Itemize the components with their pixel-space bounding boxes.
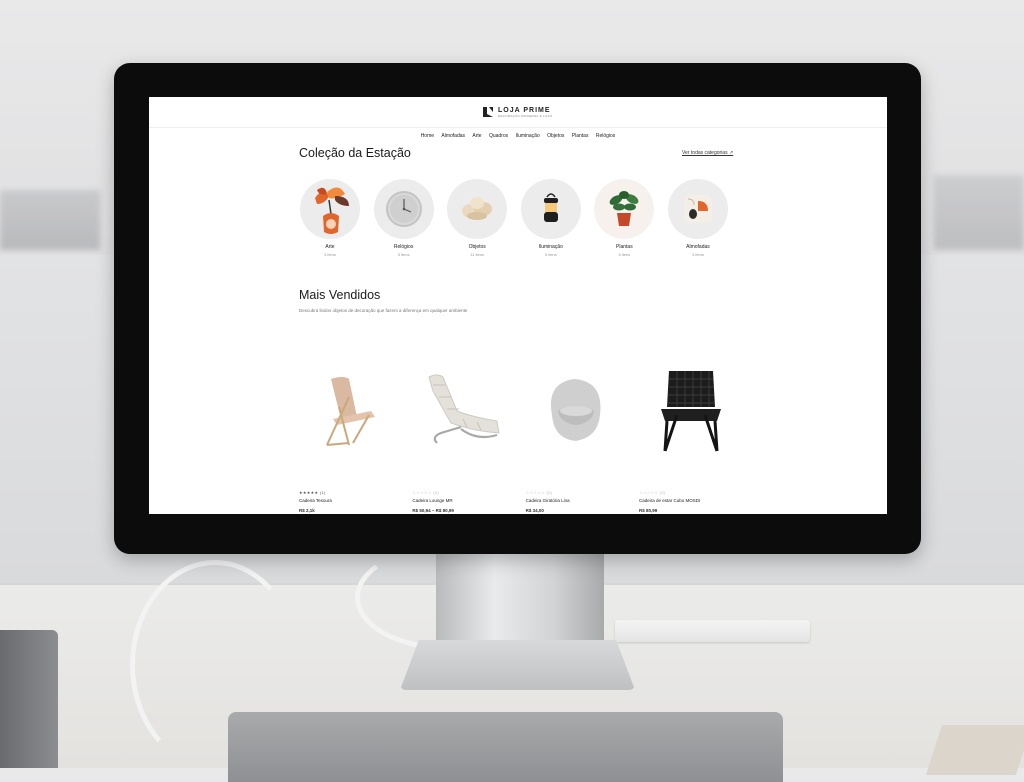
folding-chair-icon [299,362,399,457]
category-name: Objetos [468,244,486,250]
nav-item-plantas[interactable]: Plantas [572,133,589,139]
product-price: R$ 2,1k [299,508,315,513]
background-shelf [0,190,100,250]
category-count: 5 itens [397,252,410,257]
nav-item-objetos[interactable]: Objetos [547,133,564,139]
category-count: 3 itens [692,252,704,257]
potted-plant-icon [594,179,655,239]
category-card-plantas[interactable]: Plantas 6 itens [593,179,655,257]
monitor-stand-base [400,640,635,690]
product-grid: ★★★★★ (1) Cadeira Tesoura R$ 2,1k ☆☆☆☆☆ … [299,362,739,513]
swivel-armchair-icon [526,362,626,457]
product-card[interactable]: ★★★★★ (1) Cadeira Tesoura R$ 2,1k [299,362,399,513]
category-name: Arte [325,244,335,250]
category-count: 3 itens [324,252,336,257]
lounge-chair-icon [412,362,512,457]
product-name: Cadeira Giratória Lina [525,498,570,503]
lantern-lamp-icon [520,179,581,239]
website-screen: LOJA PRIME DECORAÇÃO MODERNA E LUXO Home… [149,97,887,514]
product-rating: ☆☆☆☆☆ (0) [412,490,439,495]
pillow-icon [667,179,728,239]
category-card-objetos[interactable]: Objetos 11 itens [446,179,508,257]
bestsellers-title: Mais Vendidos [299,288,381,302]
speaker [0,630,58,768]
nav-item-almofadas[interactable]: Almofadas [441,133,465,139]
collection-title: Coleção da Estação [299,146,411,160]
nav-item-iluminacao[interactable]: Iluminação [516,133,540,139]
product-price: R$ 80,99 [638,508,658,513]
category-card-almofadas[interactable]: Almofadas 3 itens [667,179,729,257]
brand-tagline: DECORAÇÃO MODERNA E LUXO [498,113,553,118]
category-card-iluminacao[interactable]: Iluminação 5 itens [520,179,582,257]
brand-mark-icon [483,107,493,117]
brand-name: LOJA PRIME [498,106,551,114]
product-price: R$ 50,94 – R$ 80,99 [412,508,454,513]
product-rating: ☆☆☆☆☆ (0) [638,490,666,495]
category-count: 11 itens [470,252,485,257]
keyboard [615,620,810,642]
nav-item-home[interactable]: Home [421,133,434,139]
flower-vase-icon [300,179,360,239]
product-card[interactable]: ☆☆☆☆☆ (0) Cadeira de estar Cubo MOSDI R$… [639,362,739,513]
brand-logo[interactable]: LOJA PRIME DECORAÇÃO MODERNA E LUXO [482,106,552,118]
nav-item-relogios[interactable]: Relógios [596,133,615,139]
product-name: Cadeira de estar Cubo MOSDI [638,498,701,503]
knot-sculpture-icon [447,179,508,239]
arrow-right-icon: ↗ [728,150,734,156]
woven-chair-icon [639,362,739,457]
wall-clock-icon [373,179,434,239]
category-name: Relógios [393,244,414,250]
monitor-stand [436,552,604,647]
category-count: 5 itens [544,252,557,257]
product-name: Cadeira Lounge MR [412,498,453,503]
category-name: Iluminação [538,244,563,250]
see-all-label: Ver todas categorias [682,150,728,156]
category-card-relogios[interactable]: Relógios 5 itens [373,179,435,257]
nav-item-quadros[interactable]: Quadros [489,133,508,139]
category-list: Arte 3 itens Relógios 5 itens Objetos 11… [299,179,729,257]
product-rating: ★★★★★ (1) [299,490,326,495]
product-rating: ☆☆☆☆☆ (0) [525,490,553,495]
category-name: Almofadas [686,244,710,250]
laptop [228,712,783,782]
nav-item-arte[interactable]: Arte [472,133,481,139]
category-card-arte[interactable]: Arte 3 itens [299,179,361,257]
see-all-categories-link[interactable]: Ver todas categorias ↗ [682,150,733,156]
product-price: R$ 34,00 [525,508,544,513]
product-card[interactable]: ☆☆☆☆☆ (0) Cadeira Giratória Lina R$ 34,0… [526,362,626,513]
site-header: LOJA PRIME DECORAÇÃO MODERNA E LUXO [149,97,887,128]
product-name: Cadeira Tesoura [299,498,332,503]
main-nav: Home Almofadas Arte Quadros Iluminação O… [149,133,887,139]
category-name: Plantas [616,244,633,250]
background-shelf [934,175,1024,250]
product-card[interactable]: ☆☆☆☆☆ (0) Cadeira Lounge MR R$ 50,94 – R… [412,362,512,513]
bestsellers-subtitle: Descubra lindos objetos de decoração que… [299,308,468,313]
category-count: 6 itens [618,252,631,257]
